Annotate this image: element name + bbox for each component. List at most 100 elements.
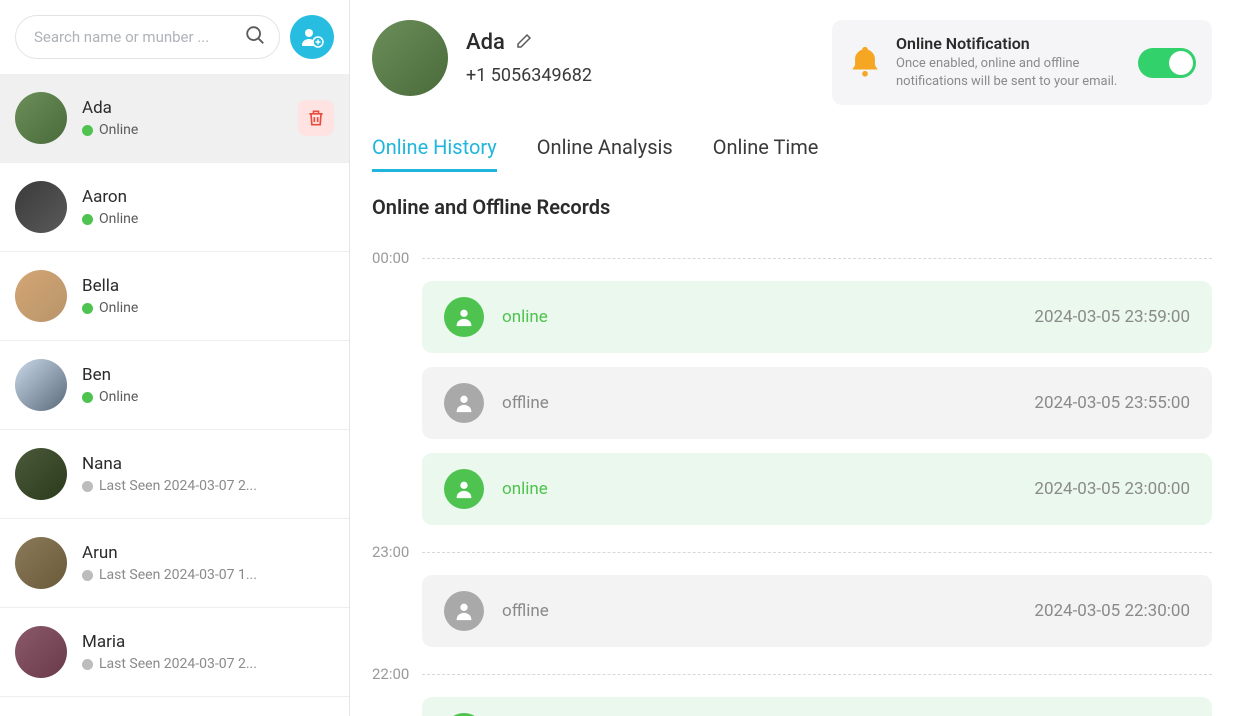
contact-avatar bbox=[15, 181, 67, 233]
tab-online-analysis[interactable]: Online Analysis bbox=[537, 135, 673, 172]
contact-item[interactable]: Bella Online bbox=[0, 252, 349, 341]
contact-name: Nana bbox=[82, 454, 334, 474]
contact-item[interactable]: Arun Last Seen 2024-03-07 1... bbox=[0, 519, 349, 608]
contact-status: Last Seen 2024-03-07 1... bbox=[82, 567, 334, 583]
status-text: Online bbox=[99, 389, 138, 405]
record-time: 2024-03-05 23:55:00 bbox=[1034, 393, 1190, 413]
contact-avatar bbox=[15, 359, 67, 411]
contact-status: Online bbox=[82, 389, 334, 405]
person-icon bbox=[444, 383, 484, 423]
record-status: online bbox=[502, 479, 1016, 499]
tab-online-history[interactable]: Online History bbox=[372, 135, 497, 172]
contact-name: Arun bbox=[82, 543, 334, 563]
record-row: online 2024-03-05 23:00:00 bbox=[422, 453, 1212, 525]
timeline: 00:00 online 2024-03-05 23:59:00 offline 202… bbox=[372, 249, 1212, 716]
contact-info: Nana Last Seen 2024-03-07 2... bbox=[82, 454, 334, 494]
contact-name: Ada bbox=[82, 98, 283, 118]
contact-status: Online bbox=[82, 300, 334, 316]
record-list: online2024-03-05 21:00:00 bbox=[422, 697, 1212, 716]
contact-name: Ben bbox=[82, 365, 334, 385]
record-list: online 2024-03-05 23:59:00 offline 2024-03-… bbox=[422, 281, 1212, 525]
hour-label: 00:00 bbox=[372, 249, 1212, 267]
contact-item[interactable]: AaronOnline bbox=[0, 163, 349, 252]
contact-info: Arun Last Seen 2024-03-07 1... bbox=[82, 543, 334, 583]
main-panel: Ada +1 5056349682 Online Notification On… bbox=[350, 0, 1234, 716]
profile-avatar bbox=[372, 20, 448, 96]
contact-status: Online bbox=[82, 122, 283, 138]
status-text: Last Seen 2024-03-07 1... bbox=[99, 567, 257, 583]
record-time: 2024-03-05 23:00:00 bbox=[1034, 479, 1190, 499]
edit-name-button[interactable] bbox=[515, 32, 533, 54]
status-dot-icon bbox=[82, 303, 93, 314]
hour-label: 22:00 bbox=[372, 665, 1212, 683]
record-time: 2024-03-05 23:59:00 bbox=[1034, 307, 1190, 327]
contact-info: Ben Online bbox=[82, 365, 334, 405]
status-text: Online bbox=[99, 122, 138, 138]
notification-text: Online Notification Once enabled, online… bbox=[896, 34, 1124, 91]
contacts-list: AdaOnlineAaronOnlineBellaOnlineBenOnline… bbox=[0, 74, 349, 716]
status-text: Online bbox=[99, 211, 138, 227]
contact-avatar bbox=[15, 626, 67, 678]
profile-text: Ada +1 5056349682 bbox=[466, 30, 592, 86]
contact-info: Ada Online bbox=[82, 98, 283, 138]
notification-title: Online Notification bbox=[896, 34, 1124, 53]
status-dot-icon bbox=[82, 570, 93, 581]
record-list: offline 2024-03-05 22:30:00 bbox=[422, 575, 1212, 647]
contact-avatar bbox=[15, 270, 67, 322]
contact-status: Last Seen 2024-03-07 2... bbox=[82, 478, 334, 494]
search-wrap bbox=[15, 15, 280, 59]
person-icon bbox=[444, 297, 484, 337]
record-status: offline bbox=[502, 393, 1016, 413]
contact-status: Online bbox=[82, 211, 334, 227]
status-dot-icon bbox=[82, 392, 93, 403]
profile-block: Ada +1 5056349682 bbox=[372, 20, 812, 96]
record-status: offline bbox=[502, 601, 1016, 621]
contact-status: Last Seen 2024-03-07 2... bbox=[82, 656, 334, 672]
record-row: online 2024-03-05 23:59:00 bbox=[422, 281, 1212, 353]
contact-avatar bbox=[15, 537, 67, 589]
contact-item[interactable]: Maria Last Seen 2024-03-07 2... bbox=[0, 608, 349, 697]
status-dot-icon bbox=[82, 659, 93, 670]
delete-contact-button[interactable] bbox=[298, 100, 334, 136]
add-contact-button[interactable] bbox=[290, 15, 334, 59]
search-input[interactable] bbox=[15, 15, 280, 59]
contact-info: Bella Online bbox=[82, 276, 334, 316]
person-icon bbox=[444, 469, 484, 509]
records-panel: Online and Offline Records 00:00online20… bbox=[350, 173, 1234, 716]
notification-card: Online Notification Once enabled, online… bbox=[832, 20, 1212, 105]
contact-avatar bbox=[15, 92, 67, 144]
status-dot-icon bbox=[82, 214, 93, 225]
notification-toggle[interactable] bbox=[1138, 48, 1196, 78]
contact-info: Maria Last Seen 2024-03-07 2... bbox=[82, 632, 334, 672]
contact-item[interactable]: Ben Online bbox=[0, 341, 349, 430]
notification-desc: Once enabled, online and offline notific… bbox=[896, 55, 1124, 91]
toggle-knob bbox=[1169, 51, 1193, 75]
profile-name-row: Ada bbox=[466, 30, 592, 55]
contact-info: AaronOnline bbox=[82, 187, 334, 227]
person-icon bbox=[444, 591, 484, 631]
status-text: Last Seen 2024-03-07 2... bbox=[99, 478, 257, 494]
profile-name: Ada bbox=[466, 30, 505, 55]
search-icon[interactable] bbox=[244, 24, 266, 50]
status-text: Online bbox=[99, 300, 138, 316]
record-time: 2024-03-05 22:30:00 bbox=[1034, 601, 1190, 621]
record-row: online2024-03-05 21:00:00 bbox=[422, 697, 1212, 716]
contact-name: Bella bbox=[82, 276, 334, 296]
bell-icon bbox=[848, 44, 882, 82]
search-row bbox=[0, 0, 349, 74]
tabs: Online History Online Analysis Online Ti… bbox=[350, 105, 1234, 173]
header-row: Ada +1 5056349682 Online Notification On… bbox=[350, 0, 1234, 105]
record-row: offline 2024-03-05 23:55:00 bbox=[422, 367, 1212, 439]
status-dot-icon bbox=[82, 481, 93, 492]
profile-phone: +1 5056349682 bbox=[466, 65, 592, 86]
contact-item[interactable]: Nana Last Seen 2024-03-07 2... bbox=[0, 430, 349, 519]
record-row: offline 2024-03-05 22:30:00 bbox=[422, 575, 1212, 647]
tab-online-time[interactable]: Online Time bbox=[713, 135, 819, 172]
records-title: Online and Offline Records bbox=[372, 195, 1212, 219]
record-status: online bbox=[502, 307, 1016, 327]
contact-avatar bbox=[15, 448, 67, 500]
contact-item[interactable]: Ada Online bbox=[0, 74, 349, 163]
contact-name: Maria bbox=[82, 632, 334, 652]
hour-label: 23:00 bbox=[372, 543, 1212, 561]
status-dot-icon bbox=[82, 125, 93, 136]
